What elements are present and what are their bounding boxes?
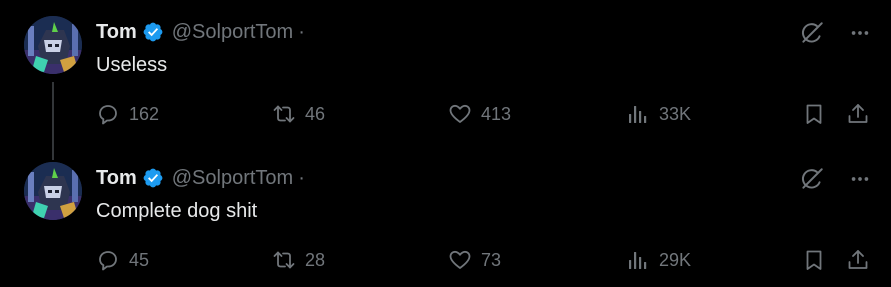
tweet-header: Tom @SolportTom · [96,20,305,44]
heart-icon [449,104,471,123]
author-handle[interactable]: @SolportTom [172,20,293,44]
like-button[interactable]: 413 [448,100,511,128]
author-name[interactable]: Tom [96,166,137,190]
views-icon [629,252,647,269]
reply-button[interactable]: 45 [96,246,149,274]
tweet-text: Useless [96,54,168,76]
views-icon [629,106,647,123]
bookmark-icon [806,250,822,270]
tweet-header: Tom @SolportTom · [96,166,305,190]
repost-icon [273,105,295,123]
tweet[interactable]: Tom @SolportTom · Complete dog shit 45 2… [0,160,891,287]
bookmark-icon [806,104,822,124]
repost-button[interactable]: 28 [272,246,325,274]
tweet-actions: 162 46 413 33K [96,100,876,128]
views-count: 29K [659,249,692,270]
separator-dot: · [298,167,305,189]
reply-icon [99,105,117,125]
reply-count: 45 [129,249,150,270]
share-icon [848,250,868,269]
reply-button[interactable]: 162 [96,100,159,128]
grok-icon[interactable] [799,20,825,46]
bookmark-button[interactable] [802,246,826,274]
share-button[interactable] [846,246,870,274]
tweet[interactable]: Tom @SolportTom · Useless 162 46 413 33K [0,14,891,154]
tweet-text: Complete dog shit [96,200,258,222]
avatar[interactable] [24,162,82,220]
verified-badge-icon [143,22,163,42]
grok-icon[interactable] [799,166,825,192]
more-icon[interactable] [849,22,871,44]
views-button[interactable]: 29K [626,246,691,274]
more-icon[interactable] [849,168,871,190]
like-button[interactable]: 73 [448,246,501,274]
like-count: 73 [481,249,502,270]
tweet-top-actions [799,20,871,46]
repost-count: 46 [305,103,326,124]
bookmark-button[interactable] [802,100,826,128]
separator-dot: · [298,21,305,43]
tweet-actions: 45 28 73 29K [96,246,876,274]
avatar[interactable] [24,16,82,74]
tweet-top-actions [799,166,871,192]
author-name[interactable]: Tom [96,20,137,44]
views-count: 33K [659,103,692,124]
repost-icon [273,251,295,269]
reply-count: 162 [129,103,160,124]
repost-button[interactable]: 46 [272,100,325,128]
author-handle[interactable]: @SolportTom [172,166,293,190]
like-count: 413 [481,103,512,124]
repost-count: 28 [305,249,326,270]
reply-icon [99,251,117,271]
share-icon [848,104,868,123]
share-button[interactable] [846,100,870,128]
heart-icon [449,250,471,269]
verified-badge-icon [143,168,163,188]
views-button[interactable]: 33K [626,100,691,128]
tweet-thread: Tom @SolportTom · Useless 162 46 413 33K… [0,0,891,287]
